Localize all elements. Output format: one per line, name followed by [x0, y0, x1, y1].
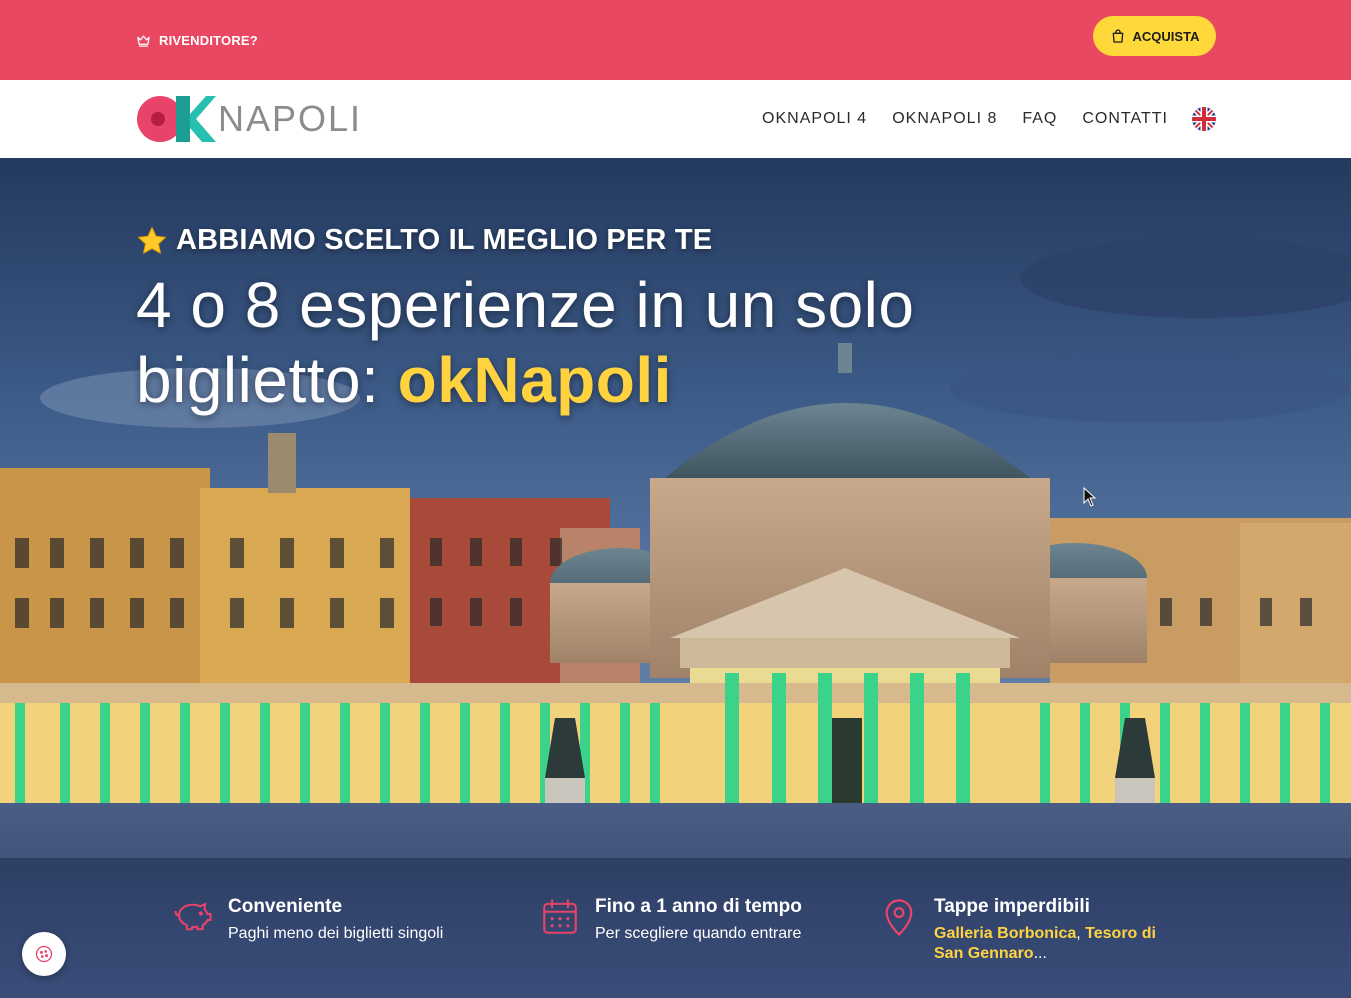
- eyebrow-text: ABBIAMO SCELTO IL MEGLIO PER TE: [176, 224, 713, 256]
- feature-subtitle: Paghi meno dei biglietti singoli: [228, 925, 444, 942]
- feature-subtitle: Per scegliere quando entrare: [595, 925, 802, 942]
- shopping-bag-icon: [1112, 29, 1123, 43]
- hero-headline: 4 o 8 esperienze in un solo biglietto: o…: [136, 268, 1036, 418]
- ellipsis: ...: [1033, 945, 1047, 962]
- piggy-bank-icon: [174, 902, 212, 931]
- features-band: Conveniente Paghi meno dei biglietti sin…: [0, 858, 1351, 998]
- feature-conveniente: Conveniente Paghi meno dei biglietti sin…: [172, 896, 443, 944]
- feature-tappe: Tappe imperdibili Galleria Borbonica, Te…: [878, 896, 1174, 964]
- uk-flag-icon[interactable]: [1192, 107, 1216, 131]
- hero-section: ABBIAMO SCELTO IL MEGLIO PER TE 4 o 8 es…: [0, 158, 1351, 998]
- site-logo[interactable]: NAPOLI: [136, 95, 362, 143]
- feature-title: Fino a 1 anno di tempo: [595, 896, 802, 917]
- buy-button[interactable]: ACQUISTA: [1093, 16, 1216, 56]
- reseller-label: RIVENDITORE?: [159, 32, 258, 48]
- nav-link-oknapoli-4[interactable]: OKNAPOLI 4: [762, 110, 867, 128]
- reseller-link[interactable]: RIVENDITORE?: [136, 30, 258, 50]
- cookie-settings-button[interactable]: [22, 932, 66, 976]
- top-bar: RIVENDITORE? ACQUISTA: [0, 0, 1351, 80]
- ok-logo-icon: [137, 96, 216, 142]
- link-galleria-borbonica[interactable]: Galleria Borbonica: [934, 925, 1076, 942]
- feature-tempo: Fino a 1 anno di tempo Per scegliere qua…: [539, 896, 802, 944]
- logo-text: NAPOLI: [218, 98, 363, 139]
- cookie-icon: [35, 945, 53, 963]
- nav-link-faq[interactable]: FAQ: [1022, 110, 1057, 128]
- hero-eyebrow: ABBIAMO SCELTO IL MEGLIO PER TE: [136, 224, 712, 257]
- main-nav: NAPOLI OKNAPOLI 4 OKNAPOLI 8 FAQ CONTATT…: [0, 80, 1351, 158]
- headline-brand: okNapoli: [397, 344, 672, 416]
- star-icon: [138, 226, 166, 254]
- separator: ,: [1076, 925, 1086, 942]
- crown-icon: [137, 35, 150, 47]
- feature-title: Conveniente: [228, 896, 343, 917]
- nav-link-oknapoli-8[interactable]: OKNAPOLI 8: [892, 110, 997, 128]
- map-pin-icon: [885, 899, 913, 936]
- headline-line2-prefix: biglietto:: [136, 344, 398, 416]
- calendar-icon: [543, 899, 577, 934]
- headline-line1: 4 o 8 esperienze in un solo: [136, 269, 915, 341]
- feature-title: Tappe imperdibili: [934, 896, 1090, 917]
- mouse-cursor-icon: [1083, 487, 1097, 507]
- feature-subtitle: Galleria Borbonica, Tesoro di San Gennar…: [934, 924, 1174, 964]
- nav-link-contatti[interactable]: CONTATTI: [1082, 110, 1168, 128]
- buy-label: ACQUISTA: [1132, 28, 1200, 44]
- nav-links: OKNAPOLI 4 OKNAPOLI 8 FAQ CONTATTI: [737, 80, 1216, 158]
